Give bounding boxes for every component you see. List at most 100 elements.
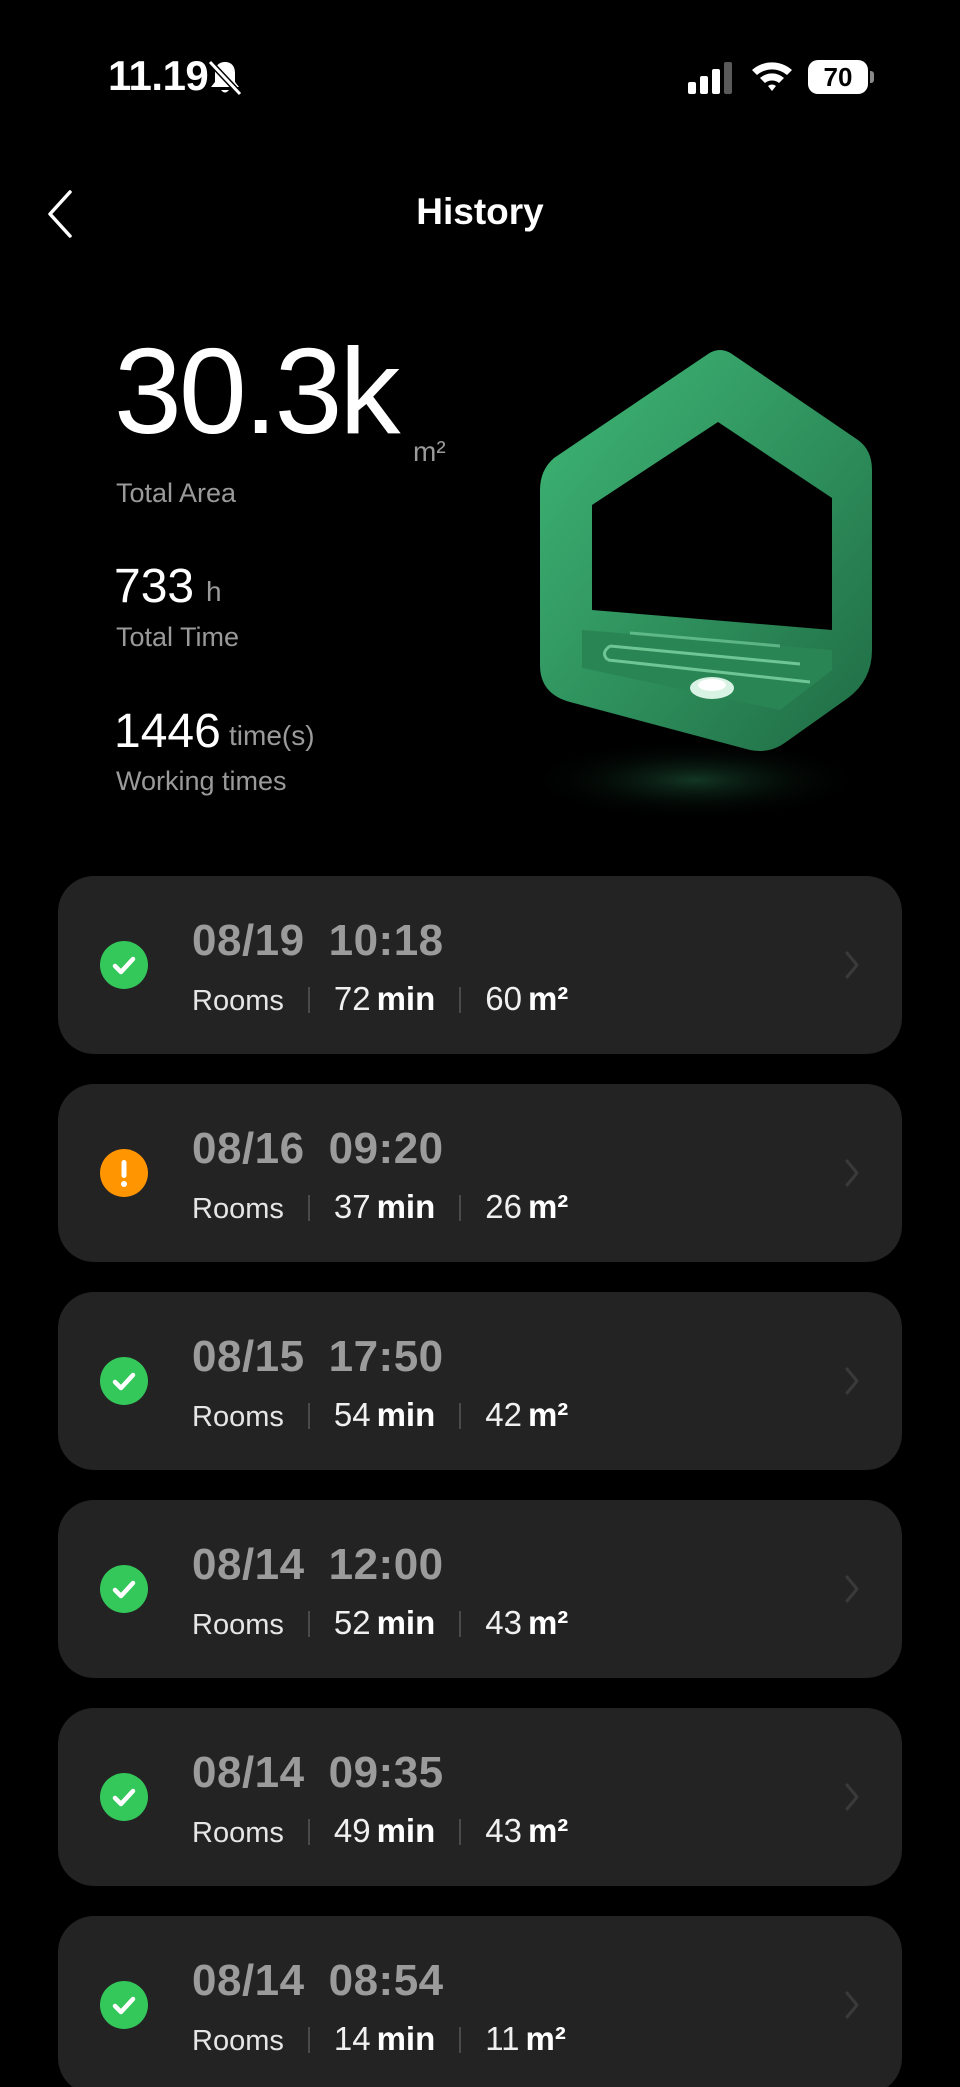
record-datetime: 08/19 10:18 xyxy=(192,916,444,966)
record-label: Rooms xyxy=(192,985,284,1017)
record-duration: 72 xyxy=(333,980,371,1017)
record-time: 09:20 xyxy=(328,1124,444,1173)
success-check-icon xyxy=(100,1981,148,2029)
record-duration-unit: min xyxy=(376,2020,436,2057)
record-duration: 14 xyxy=(333,2020,371,2057)
working-times-unit: time(s) xyxy=(229,720,315,751)
record-label: Rooms xyxy=(192,1401,284,1433)
total-time-value: 733 xyxy=(114,560,195,613)
record-label: Rooms xyxy=(192,1609,284,1641)
record-area-unit: m² xyxy=(527,1604,569,1641)
record-duration: 37 xyxy=(333,1188,371,1225)
divider xyxy=(307,1195,310,1221)
record-area-unit: m² xyxy=(527,1188,569,1225)
record-area: 60 xyxy=(485,980,522,1017)
record-datetime: 08/15 17:50 xyxy=(192,1332,444,1382)
working-times-label: Working times xyxy=(116,766,287,796)
history-record-card[interactable]: 08/14 08:54 Rooms 14 min 11 m² xyxy=(58,1916,902,2087)
record-date: 08/14 xyxy=(192,1956,305,2005)
record-area-unit: m² xyxy=(527,980,569,1017)
total-area-label: Total Area xyxy=(116,478,237,508)
record-time: 17:50 xyxy=(328,1332,444,1381)
record-date: 08/15 xyxy=(192,1332,305,1381)
battery-level: 70 xyxy=(808,60,868,94)
record-time: 12:00 xyxy=(328,1540,444,1589)
record-details: Rooms 49 min 43 m² xyxy=(192,1812,568,1852)
record-details: Rooms 54 min 42 m² xyxy=(192,1396,568,1436)
record-duration: 54 xyxy=(333,1396,371,1433)
record-duration: 49 xyxy=(333,1812,371,1849)
total-area-unit: m² xyxy=(413,436,446,467)
divider xyxy=(459,1611,462,1637)
record-area: 43 xyxy=(485,1604,522,1641)
record-details: Rooms 14 min 11 m² xyxy=(192,2020,566,2060)
record-area: 43 xyxy=(485,1812,522,1849)
record-details: Rooms 37 min 26 m² xyxy=(192,1188,568,1228)
record-area: 26 xyxy=(485,1188,522,1225)
record-details: Rooms 72 min 60 m² xyxy=(192,980,568,1020)
success-check-icon xyxy=(100,1773,148,1821)
record-time: 08:54 xyxy=(328,1956,444,2005)
total-area-value: 30.3k xyxy=(114,323,400,459)
record-datetime: 08/14 08:54 xyxy=(192,1956,444,2006)
record-time: 10:18 xyxy=(328,916,444,965)
record-datetime: 08/14 09:35 xyxy=(192,1748,444,1798)
record-area-unit: m² xyxy=(527,1396,569,1433)
battery-cap xyxy=(870,71,874,83)
chevron-right-icon xyxy=(845,951,859,979)
record-duration-unit: min xyxy=(376,1188,436,1225)
success-check-icon xyxy=(100,1357,148,1405)
divider xyxy=(307,2027,310,2053)
history-record-card[interactable]: 08/16 09:20 Rooms 37 min 26 m² xyxy=(58,1084,902,1262)
chevron-right-icon xyxy=(845,1783,859,1811)
battery-indicator: 70 xyxy=(808,60,874,94)
history-record-card[interactable]: 08/14 09:35 Rooms 49 min 43 m² xyxy=(58,1708,902,1886)
record-area-unit: m² xyxy=(525,2020,566,2057)
bell-off-icon xyxy=(207,59,243,97)
history-record-card[interactable]: 08/15 17:50 Rooms 54 min 42 m² xyxy=(58,1292,902,1470)
record-date: 08/19 xyxy=(192,916,305,965)
record-date: 08/14 xyxy=(192,1748,305,1797)
page-title: History xyxy=(416,191,544,232)
divider xyxy=(307,1611,310,1637)
record-time: 09:35 xyxy=(328,1748,444,1797)
record-datetime: 08/16 09:20 xyxy=(192,1124,444,1174)
record-duration-unit: min xyxy=(376,1812,436,1849)
record-duration-unit: min xyxy=(376,1604,436,1641)
success-check-icon xyxy=(100,941,148,989)
wifi-icon xyxy=(752,62,792,91)
cellular-signal-icon xyxy=(688,62,732,94)
status-bar: 11.19 70 xyxy=(0,0,960,150)
record-label: Rooms xyxy=(192,1193,284,1225)
total-time-unit: h xyxy=(206,576,222,607)
status-time: 11.19 xyxy=(108,52,209,99)
history-screen: 11.19 70 History 30.3k m² Total Area 733… xyxy=(0,0,960,2087)
divider xyxy=(307,1403,310,1429)
divider xyxy=(307,1819,310,1845)
chevron-right-icon xyxy=(845,1159,859,1187)
history-record-card[interactable]: 08/19 10:18 Rooms 72 min 60 m² xyxy=(58,876,902,1054)
divider xyxy=(459,1819,462,1845)
record-duration-unit: min xyxy=(376,1396,436,1433)
warning-status-icon xyxy=(100,1149,148,1197)
divider xyxy=(459,1403,462,1429)
success-check-icon xyxy=(100,1565,148,1613)
chevron-right-icon xyxy=(845,1367,859,1395)
record-datetime: 08/14 12:00 xyxy=(192,1540,444,1590)
record-label: Rooms xyxy=(192,1817,284,1849)
record-date: 08/16 xyxy=(192,1124,305,1173)
record-area: 42 xyxy=(485,1396,522,1433)
record-area: 11 xyxy=(485,2020,520,2057)
history-record-card[interactable]: 08/14 12:00 Rooms 52 min 43 m² xyxy=(58,1500,902,1678)
record-duration: 52 xyxy=(333,1604,371,1641)
divider xyxy=(459,2027,462,2053)
divider xyxy=(459,987,462,1013)
chevron-right-icon xyxy=(845,1575,859,1603)
divider xyxy=(307,987,310,1013)
record-date: 08/14 xyxy=(192,1540,305,1589)
record-details: Rooms 52 min 43 m² xyxy=(192,1604,568,1644)
record-label: Rooms xyxy=(192,2025,284,2057)
house-illustration xyxy=(525,350,872,820)
total-time-label: Total Time xyxy=(116,622,240,652)
record-area-unit: m² xyxy=(527,1812,569,1849)
